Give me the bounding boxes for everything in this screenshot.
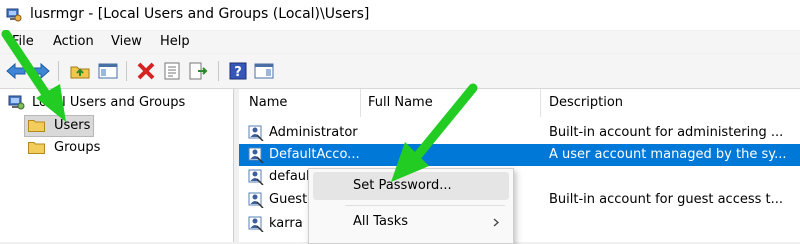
user-description: Built-in account for guest access t...: [549, 192, 784, 207]
context-menu-all-tasks[interactable]: All Tasks: [313, 208, 509, 236]
window-title: lusrmgr - [Local Users and Groups (Local…: [30, 6, 370, 22]
toolbar-separator: [126, 61, 127, 81]
export-list-icon[interactable]: [188, 62, 208, 80]
user-icon: [248, 169, 264, 185]
user-description: A user account managed by the sy...: [549, 147, 787, 162]
user-icon: [248, 216, 264, 232]
delete-icon[interactable]: [136, 62, 156, 80]
computer-management-icon: [6, 8, 22, 22]
svg-text:?: ?: [234, 65, 242, 80]
column-divider[interactable]: [360, 89, 361, 117]
column-header-description[interactable]: Description: [549, 89, 623, 117]
toolbar-separator: [218, 61, 219, 81]
menu-help[interactable]: Help: [160, 34, 190, 49]
user-name: DefaultAcco...: [269, 147, 359, 162]
user-icon: [248, 147, 264, 163]
help-icon[interactable]: ?: [228, 62, 248, 80]
action-pane-icon[interactable]: [254, 62, 274, 80]
tree-item-label: Groups: [54, 140, 101, 155]
green-arrow-icon: [391, 83, 478, 182]
column-divider[interactable]: [540, 89, 541, 117]
context-menu-separator: [345, 205, 505, 206]
column-header-name[interactable]: Name: [249, 89, 287, 117]
user-icon: [248, 125, 264, 141]
menu-bar: File Action View Help: [0, 31, 800, 53]
menu-view[interactable]: View: [111, 34, 142, 49]
table-row[interactable]: DefaultAcco... A user account managed by…: [239, 144, 800, 166]
show-hide-tree-icon[interactable]: [98, 62, 118, 80]
properties-icon[interactable]: [162, 62, 182, 80]
user-icon: [248, 192, 264, 208]
tree-item-groups[interactable]: Groups: [28, 138, 118, 158]
user-description: Built-in account for administering ...: [549, 125, 784, 140]
table-row[interactable]: Administrator Built-in account for admin…: [239, 122, 800, 144]
green-arrow-icon: [1, 30, 66, 122]
context-menu-item-label: All Tasks: [353, 214, 409, 229]
user-name: Administrator: [269, 125, 358, 140]
title-bar: lusrmgr - [Local Users and Groups (Local…: [0, 0, 800, 30]
folder-icon: [28, 142, 45, 154]
submenu-chevron-icon: [493, 218, 499, 227]
